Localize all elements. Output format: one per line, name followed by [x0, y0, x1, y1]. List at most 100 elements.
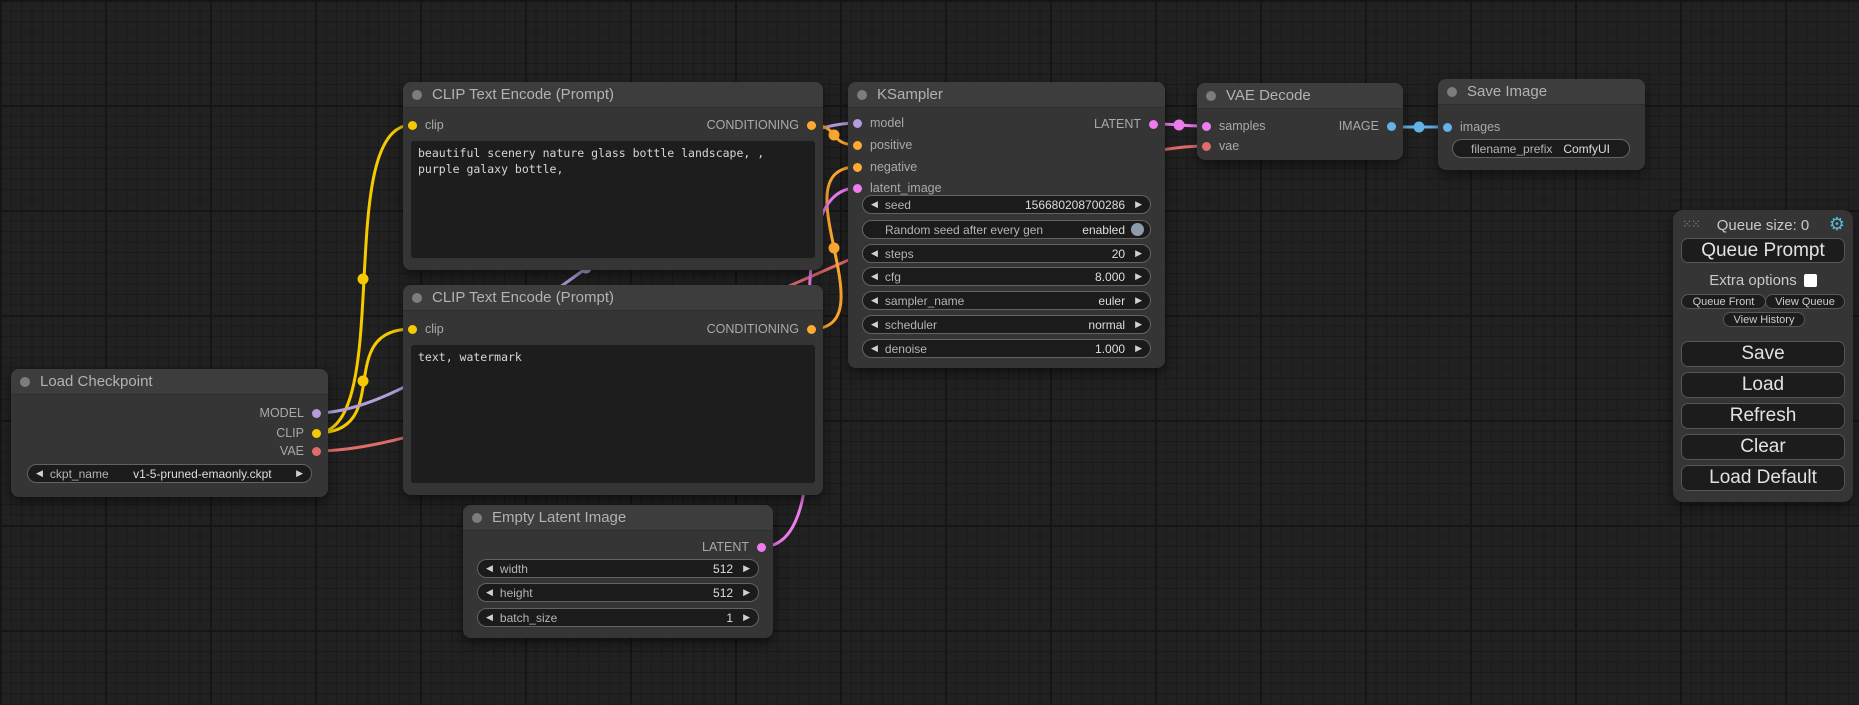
- slot-label: clip: [425, 322, 444, 336]
- image-output-dot[interactable]: [1387, 122, 1396, 131]
- steps-widget[interactable]: ◀ steps 20 ▶: [862, 244, 1151, 263]
- decrement-arrow-icon[interactable]: ◀: [871, 271, 878, 282]
- node-title-bar[interactable]: Empty Latent Image: [463, 505, 773, 531]
- clear-button[interactable]: Clear: [1681, 434, 1845, 460]
- increment-arrow-icon[interactable]: ▶: [1135, 343, 1142, 354]
- increment-arrow-icon[interactable]: ▶: [1135, 248, 1142, 259]
- increment-arrow-icon[interactable]: ▶: [743, 612, 750, 623]
- random-seed-toggle-widget[interactable]: Random seed after every gen enabled: [862, 220, 1151, 239]
- output-slot-latent[interactable]: LATENT: [463, 537, 773, 557]
- conditioning-output-dot[interactable]: [807, 325, 816, 334]
- decrement-arrow-icon[interactable]: ◀: [871, 199, 878, 210]
- widget-value: ComfyUI: [1552, 142, 1621, 156]
- cfg-widget[interactable]: ◀ cfg 8.000 ▶: [862, 267, 1151, 286]
- refresh-button[interactable]: Refresh: [1681, 403, 1845, 429]
- node-title-bar[interactable]: Load Checkpoint: [11, 369, 328, 395]
- conditioning-input-dot[interactable]: [853, 163, 862, 172]
- widget-label: filename_prefix: [1471, 142, 1552, 156]
- image-input-dot[interactable]: [1443, 123, 1452, 132]
- seed-widget[interactable]: ◀ seed 156680208700286 ▶: [862, 195, 1151, 214]
- decrement-arrow-icon[interactable]: ◀: [871, 319, 878, 330]
- node-save-image[interactable]: Save Image images filename_prefix ComfyU…: [1438, 79, 1645, 170]
- queue-prompt-button[interactable]: Queue Prompt: [1681, 238, 1845, 263]
- collapse-dot-icon[interactable]: [412, 293, 422, 303]
- increment-arrow-icon[interactable]: ▶: [1135, 199, 1142, 210]
- output-slot-vae[interactable]: VAE: [11, 441, 328, 461]
- widget-value: v1-5-pruned-emaonly.ckpt: [109, 467, 296, 481]
- clip-input-dot[interactable]: [408, 325, 417, 334]
- input-slot-images[interactable]: images: [1438, 117, 1645, 137]
- height-widget[interactable]: ◀ height 512 ▶: [477, 583, 759, 602]
- filename-prefix-widget[interactable]: filename_prefix ComfyUI: [1452, 139, 1630, 158]
- decrement-arrow-icon[interactable]: ◀: [871, 248, 878, 259]
- latent-input-dot[interactable]: [853, 184, 862, 193]
- collapse-dot-icon[interactable]: [20, 377, 30, 387]
- input-slot-negative[interactable]: negative: [848, 157, 1165, 177]
- vae-output-dot[interactable]: [312, 447, 321, 456]
- increment-arrow-icon[interactable]: ▶: [1135, 319, 1142, 330]
- denoise-widget[interactable]: ◀ denoise 1.000 ▶: [862, 339, 1151, 358]
- decrement-arrow-icon[interactable]: ◀: [871, 343, 878, 354]
- latent-output-dot[interactable]: [1149, 120, 1158, 129]
- node-title-bar[interactable]: VAE Decode: [1197, 83, 1403, 109]
- input-slot-positive[interactable]: positive: [848, 135, 1165, 155]
- output-slot-model[interactable]: MODEL: [11, 403, 328, 423]
- conditioning-input-dot[interactable]: [853, 141, 862, 150]
- node-graph-canvas[interactable]: Load Checkpoint MODEL CLIP VAE ◀ ckpt_na…: [0, 0, 1859, 705]
- increment-arrow-icon[interactable]: ▶: [743, 587, 750, 598]
- node-clip-text-encode-negative[interactable]: CLIP Text Encode (Prompt) clip CONDITION…: [403, 285, 823, 495]
- negative-prompt-textarea[interactable]: text, watermark: [411, 345, 815, 483]
- model-input-dot[interactable]: [853, 119, 862, 128]
- increment-arrow-icon[interactable]: ▶: [296, 468, 303, 479]
- output-slot-clip[interactable]: CLIP: [11, 423, 328, 443]
- toggle-circle-icon[interactable]: [1131, 223, 1144, 236]
- node-empty-latent-image[interactable]: Empty Latent Image LATENT ◀ width 512 ▶ …: [463, 505, 773, 638]
- extra-options-checkbox[interactable]: [1804, 274, 1817, 287]
- conditioning-output-dot[interactable]: [807, 121, 816, 130]
- input-slot-model[interactable]: model: [848, 113, 1018, 133]
- node-title-bar[interactable]: Save Image: [1438, 79, 1645, 105]
- decrement-arrow-icon[interactable]: ◀: [486, 612, 493, 623]
- increment-arrow-icon[interactable]: ▶: [1135, 271, 1142, 282]
- ckpt-name-widget[interactable]: ◀ ckpt_name v1-5-pruned-emaonly.ckpt ▶: [27, 464, 312, 483]
- batch-size-widget[interactable]: ◀ batch_size 1 ▶: [477, 608, 759, 627]
- node-clip-text-encode-positive[interactable]: CLIP Text Encode (Prompt) clip CONDITION…: [403, 82, 823, 270]
- view-history-button[interactable]: View History: [1723, 312, 1805, 327]
- clip-output-dot[interactable]: [312, 429, 321, 438]
- widget-label: ckpt_name: [50, 467, 109, 481]
- settings-gear-icon[interactable]: ⚙: [1829, 214, 1845, 235]
- node-ksampler[interactable]: KSampler LATENT model positive negative …: [848, 82, 1165, 368]
- view-queue-button[interactable]: View Queue: [1765, 294, 1845, 309]
- decrement-arrow-icon[interactable]: ◀: [36, 468, 43, 479]
- clip-input-dot[interactable]: [408, 121, 417, 130]
- model-output-dot[interactable]: [312, 409, 321, 418]
- input-slot-vae[interactable]: vae: [1197, 136, 1403, 156]
- scheduler-widget[interactable]: ◀ scheduler normal ▶: [862, 315, 1151, 334]
- node-title-bar[interactable]: CLIP Text Encode (Prompt): [403, 285, 823, 311]
- node-title-bar[interactable]: KSampler: [848, 82, 1165, 108]
- node-vae-decode[interactable]: VAE Decode samples IMAGE vae: [1197, 83, 1403, 160]
- decrement-arrow-icon[interactable]: ◀: [486, 587, 493, 598]
- queue-front-button[interactable]: Queue Front: [1681, 294, 1766, 309]
- save-button[interactable]: Save: [1681, 341, 1845, 367]
- collapse-dot-icon[interactable]: [857, 90, 867, 100]
- collapse-dot-icon[interactable]: [1447, 87, 1457, 97]
- node-load-checkpoint[interactable]: Load Checkpoint MODEL CLIP VAE ◀ ckpt_na…: [11, 369, 328, 497]
- vae-input-dot[interactable]: [1202, 142, 1211, 151]
- width-widget[interactable]: ◀ width 512 ▶: [477, 559, 759, 578]
- positive-prompt-textarea[interactable]: beautiful scenery nature glass bottle la…: [411, 141, 815, 258]
- collapse-dot-icon[interactable]: [472, 513, 482, 523]
- load-default-button[interactable]: Load Default: [1681, 465, 1845, 491]
- decrement-arrow-icon[interactable]: ◀: [486, 563, 493, 574]
- collapse-dot-icon[interactable]: [1206, 91, 1216, 101]
- decrement-arrow-icon[interactable]: ◀: [871, 295, 878, 306]
- collapse-dot-icon[interactable]: [412, 90, 422, 100]
- node-title-bar[interactable]: CLIP Text Encode (Prompt): [403, 82, 823, 108]
- latent-input-dot[interactable]: [1202, 122, 1211, 131]
- increment-arrow-icon[interactable]: ▶: [1135, 295, 1142, 306]
- latent-output-dot[interactable]: [757, 543, 766, 552]
- load-button[interactable]: Load: [1681, 372, 1845, 398]
- sampler-name-widget[interactable]: ◀ sampler_name euler ▶: [862, 291, 1151, 310]
- widget-value: euler: [1098, 294, 1125, 308]
- increment-arrow-icon[interactable]: ▶: [743, 563, 750, 574]
